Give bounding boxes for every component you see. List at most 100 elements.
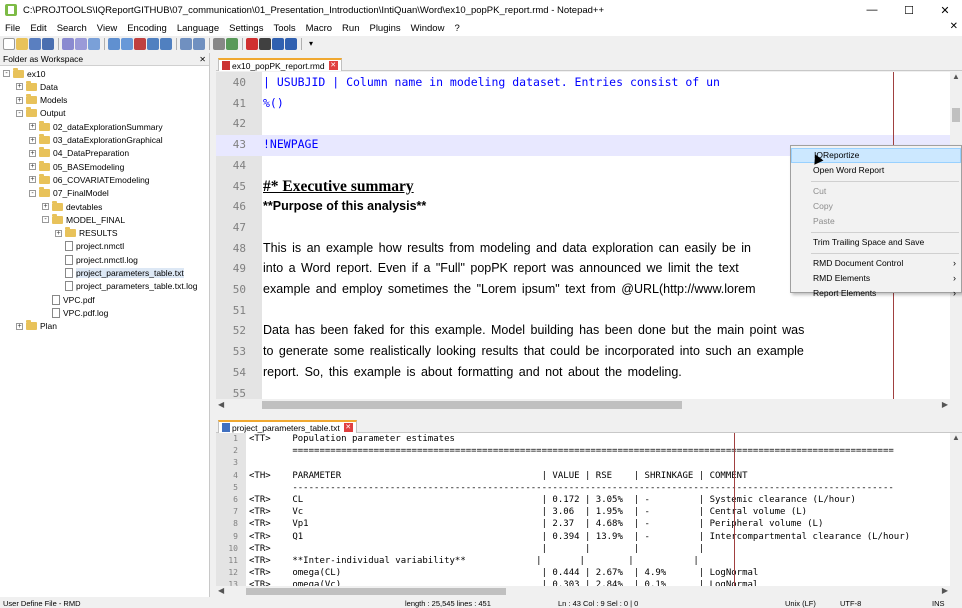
tree-item[interactable]: VPC.pdf.log bbox=[42, 306, 108, 319]
tree-item[interactable]: - 07_FinalModel bbox=[29, 187, 109, 200]
editor-line[interactable]: 7 <TR> Vc | 3.06 | 1.95% | - | Central vo… bbox=[216, 507, 950, 519]
menu-encoding[interactable]: Encoding bbox=[122, 23, 172, 34]
tree-item[interactable]: - ex10 bbox=[3, 67, 45, 80]
save-icon[interactable] bbox=[29, 38, 41, 50]
expand-toggle-icon[interactable]: + bbox=[29, 123, 36, 131]
context-menu-item-rmd-document-control[interactable]: RMD Document Control › bbox=[791, 256, 961, 271]
editor-line[interactable]: 2 ======================================… bbox=[216, 446, 950, 458]
tree-item[interactable]: project.nmctl.log bbox=[55, 253, 138, 266]
tree-item[interactable]: project_parameters_table.txt.log bbox=[55, 280, 197, 293]
editor-line[interactable]: 11 <TR> **Inter-individual variability** … bbox=[216, 556, 950, 568]
expand-toggle-icon[interactable]: + bbox=[29, 136, 36, 144]
menu-search[interactable]: Search bbox=[52, 23, 92, 34]
scroll-thumb[interactable] bbox=[952, 108, 960, 122]
editor-line[interactable]: 12 <TR> omega(CL) | 0.444 | 2.67% | 4.9% … bbox=[216, 568, 950, 580]
panel-close-icon[interactable]: ✕ bbox=[199, 53, 206, 66]
expand-toggle-icon[interactable]: + bbox=[16, 322, 23, 330]
paste-icon[interactable] bbox=[134, 38, 146, 50]
scroll-right-arrow-icon[interactable]: ▶ bbox=[942, 400, 948, 409]
menu-settings[interactable]: Settings bbox=[224, 23, 268, 34]
menu-file[interactable]: File bbox=[0, 23, 25, 34]
editor-line[interactable]: 52 Data has been faked for this example. … bbox=[216, 321, 950, 342]
tree-item[interactable]: + Models bbox=[16, 94, 67, 107]
tree-item[interactable]: + Plan bbox=[16, 320, 57, 333]
tree-item[interactable]: +04_DataPreparation bbox=[29, 147, 129, 160]
scroll-thumb[interactable] bbox=[246, 588, 506, 595]
copy-icon[interactable] bbox=[121, 38, 133, 50]
context-menu-item-report-elements[interactable]: Report Elements › bbox=[791, 286, 961, 301]
expand-toggle-icon[interactable]: + bbox=[29, 163, 36, 171]
editor-line[interactable]: 4 <TH> PARAMETER | VALUE | RSE | SHRINKAG… bbox=[216, 471, 950, 483]
menu-run[interactable]: Run bbox=[337, 23, 364, 34]
cut-icon[interactable] bbox=[108, 38, 120, 50]
tree-item[interactable]: + Data bbox=[16, 80, 58, 93]
expand-toggle-icon[interactable]: + bbox=[16, 83, 23, 91]
tab-close-icon[interactable]: ✕ bbox=[343, 423, 353, 432]
menu-view[interactable]: View bbox=[92, 23, 122, 34]
editor-line[interactable]: 10 <TR> | | | | bbox=[216, 544, 950, 556]
tree-item[interactable]: +06_COVARIATEmodeling bbox=[29, 173, 150, 186]
tree-item[interactable]: VPC.pdf bbox=[42, 293, 95, 306]
scroll-up-arrow-icon[interactable]: ▲ bbox=[952, 72, 960, 81]
editor-line[interactable]: 9 <TR> Q1 | 0.394 | 13.9% | - | Intercomp… bbox=[216, 532, 950, 544]
minimize-button[interactable]: — bbox=[854, 0, 890, 20]
editor-line[interactable]: 8 <TR> Vp1 | 2.37 | 4.68% | - | Periphera… bbox=[216, 519, 950, 531]
tree-item[interactable]: +03_dataExplorationGraphical bbox=[29, 134, 163, 147]
stop-macro-icon[interactable] bbox=[259, 38, 271, 50]
editor-line[interactable]: 5 --------------------------------------… bbox=[216, 483, 950, 495]
save-all-icon[interactable] bbox=[42, 38, 54, 50]
editor-line[interactable]: 54 report. So, this example is about form… bbox=[216, 363, 950, 384]
horizontal-scrollbar[interactable]: ◀ ▶ bbox=[216, 586, 950, 597]
menu-window[interactable]: Window bbox=[406, 23, 450, 34]
expand-toggle-icon[interactable]: - bbox=[3, 70, 10, 77]
replace-icon[interactable] bbox=[193, 38, 205, 50]
tree-item[interactable]: +02_dataExplorationSummary bbox=[29, 120, 163, 133]
tab-ex10-popPK-report[interactable]: ex10_popPK_report.rmd ✕ bbox=[218, 58, 342, 71]
menu-plugins[interactable]: Plugins bbox=[364, 23, 405, 34]
context-menu-item-trim-trailing-space-and-save[interactable]: Trim Trailing Space and Save bbox=[791, 235, 961, 250]
expand-toggle-icon[interactable]: - bbox=[29, 189, 36, 197]
tree-item[interactable]: - Output bbox=[16, 107, 66, 120]
toolbar-overflow-icon[interactable]: ▾ bbox=[305, 38, 317, 50]
menu-tools[interactable]: Tools bbox=[268, 23, 300, 34]
editor-line[interactable]: 51 bbox=[216, 301, 950, 322]
menu-language[interactable]: Language bbox=[172, 23, 224, 34]
redo-icon[interactable] bbox=[160, 38, 172, 50]
expand-toggle-icon[interactable]: + bbox=[42, 203, 49, 210]
expand-toggle-icon[interactable]: + bbox=[29, 149, 36, 157]
tab-project-parameters-table[interactable]: project_parameters_table.txt ✕ bbox=[218, 420, 357, 433]
maximize-button[interactable]: ☐ bbox=[891, 0, 927, 20]
menu-help[interactable]: ? bbox=[449, 23, 464, 34]
undo-icon[interactable] bbox=[147, 38, 159, 50]
editor-line[interactable]: 55 bbox=[216, 384, 950, 400]
editor-line[interactable]: 41 %() bbox=[216, 94, 950, 115]
tree-item[interactable]: project.nmctl bbox=[55, 240, 124, 253]
close-button[interactable]: ✕ bbox=[927, 0, 962, 20]
expand-toggle-icon[interactable]: + bbox=[29, 176, 36, 184]
scroll-left-arrow-icon[interactable]: ◀ bbox=[218, 586, 224, 595]
indent-guide-icon[interactable] bbox=[226, 38, 238, 50]
scroll-right-arrow-icon[interactable]: ▶ bbox=[942, 586, 948, 595]
expand-toggle-icon[interactable]: + bbox=[55, 229, 62, 237]
expand-toggle-icon[interactable]: - bbox=[42, 216, 49, 224]
scroll-left-arrow-icon[interactable]: ◀ bbox=[218, 400, 224, 409]
print-icon[interactable] bbox=[88, 38, 100, 50]
editor-line[interactable]: 40 | USUBJID | Column name in modeling da… bbox=[216, 73, 950, 94]
editor-line[interactable]: 53 to generate some realistically looking… bbox=[216, 342, 950, 363]
tree-item[interactable]: + RESULTS bbox=[55, 227, 118, 240]
editor-line[interactable]: 42 bbox=[216, 114, 950, 135]
editor-secondary[interactable]: 1 <TT> Population parameter estimates 2 ==… bbox=[216, 433, 962, 586]
editor-line[interactable]: 6 <TR> CL | 0.172 | 3.05% | - | Systemic … bbox=[216, 495, 950, 507]
close-icon[interactable] bbox=[62, 38, 74, 50]
tree-item[interactable]: - MODEL_FINAL bbox=[42, 213, 125, 226]
close-all-icon[interactable] bbox=[75, 38, 87, 50]
tree-item[interactable]: +05_BASEmodeling bbox=[29, 160, 124, 173]
find-icon[interactable] bbox=[180, 38, 192, 50]
tree-item[interactable]: project_parameters_table.txt bbox=[55, 267, 184, 280]
horizontal-scrollbar[interactable]: ◀ ▶ bbox=[216, 399, 950, 411]
play-macro-icon[interactable] bbox=[272, 38, 284, 50]
expand-toggle-icon[interactable]: + bbox=[16, 96, 23, 104]
close-document-icon[interactable]: ✕ bbox=[950, 21, 958, 32]
scroll-up-arrow-icon[interactable]: ▲ bbox=[952, 433, 960, 442]
tab-close-icon[interactable]: ✕ bbox=[328, 61, 338, 70]
